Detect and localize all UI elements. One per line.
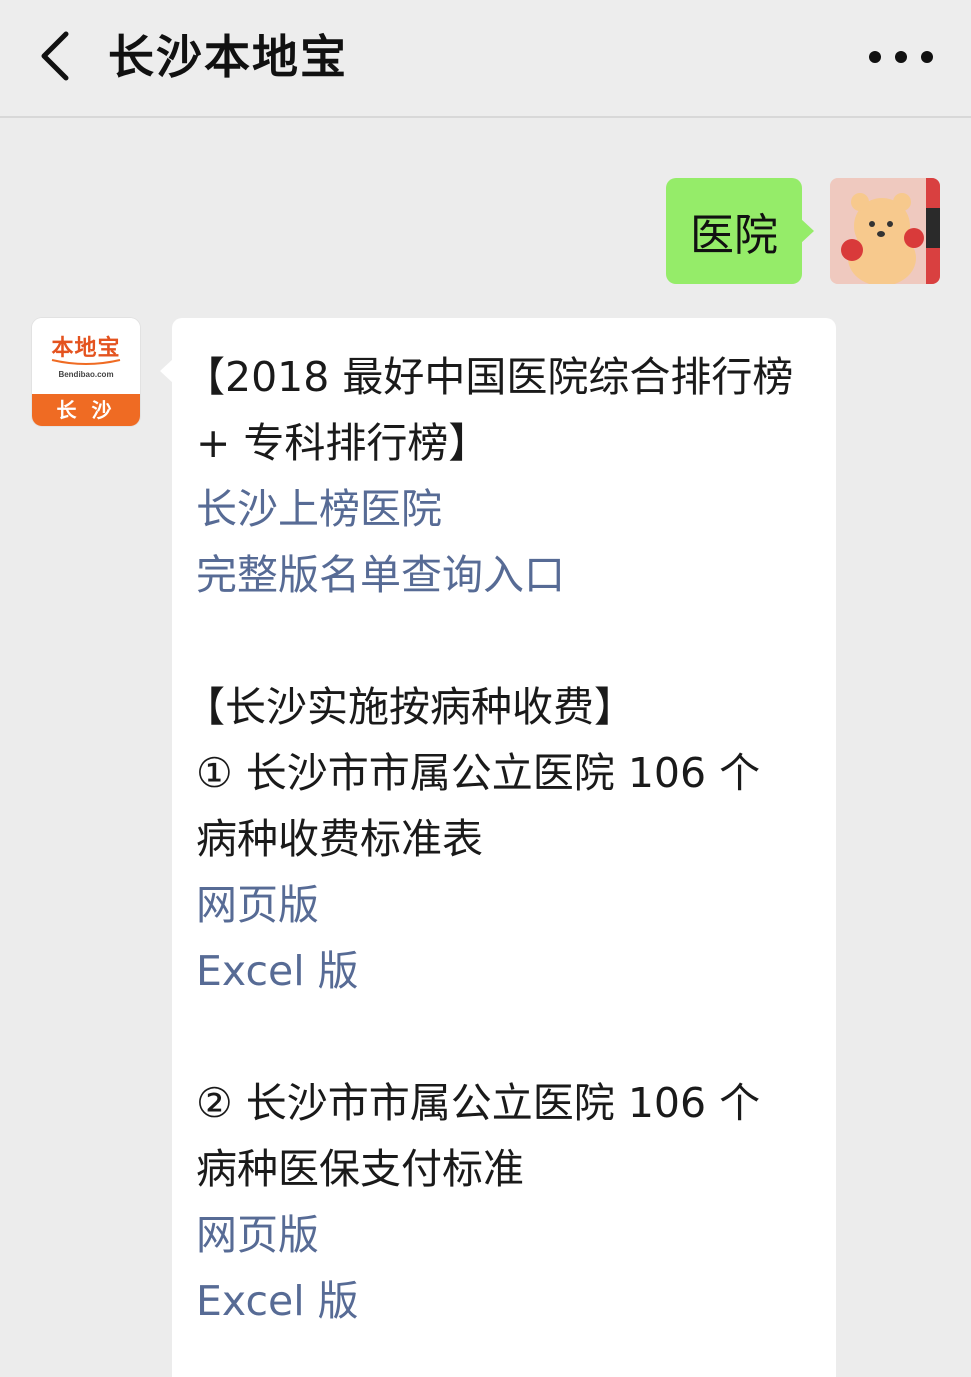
section-title-ranking: 【2018 最好中国医院综合排行榜 (184, 353, 794, 401)
more-dot (921, 51, 933, 63)
item2-link-web[interactable]: 网页版 (192, 1202, 816, 1268)
logo-arc-icon (51, 359, 121, 365)
more-dot (895, 51, 907, 63)
incoming-message-bubble: 【2018 最好中国医院综合排行榜 + 专科排行榜】 长沙上榜医院 完整版名单查… (160, 318, 836, 1377)
logo-domain: Bendibao.com (58, 370, 114, 379)
item1-link-web[interactable]: 网页版 (192, 872, 816, 938)
item2-link-excel[interactable]: Excel 版 (192, 1268, 816, 1334)
cartoon-bear-icon (830, 178, 940, 284)
item1-title: ① 长沙市市属公立医院 106 个 (196, 749, 761, 797)
chat-title: 长沙本地宝 (108, 30, 348, 84)
link-full-list-query[interactable]: 完整版名单查询入口 (192, 542, 816, 608)
chevron-left-icon (41, 31, 69, 81)
item1-link-excel[interactable]: Excel 版 (192, 938, 816, 1004)
bendibao-avatar[interactable]: 本地宝 Bendibao.com 长 沙 (32, 318, 140, 426)
logo-city: 长 沙 (32, 394, 140, 426)
section-title-disease-fees: 【长沙实施按病种收费】 (184, 683, 635, 731)
item2-title-cont: 病种医保支付标准 (196, 1145, 524, 1193)
item2-title: ② 长沙市市属公立医院 106 个 (196, 1079, 761, 1127)
outgoing-message-bubble[interactable]: 医院 (666, 178, 814, 284)
section-title-ranking-cont: + 专科排行榜】 (196, 419, 490, 467)
chat-header: 长沙本地宝 (0, 0, 971, 118)
item1-title-cont: 病种收费标准表 (196, 815, 483, 863)
chat-screen: 长沙本地宝 医院 本地宝 Bendibao.com 长 沙 【2018 最好中国… (0, 0, 971, 1377)
back-button[interactable] (30, 26, 80, 86)
link-changsha-ranked-hospitals[interactable]: 长沙上榜医院 (192, 476, 816, 542)
more-options-button[interactable] (869, 40, 933, 74)
user-avatar[interactable] (830, 178, 940, 284)
outgoing-message-text: 医院 (690, 210, 778, 261)
more-dots-icon (869, 51, 881, 63)
